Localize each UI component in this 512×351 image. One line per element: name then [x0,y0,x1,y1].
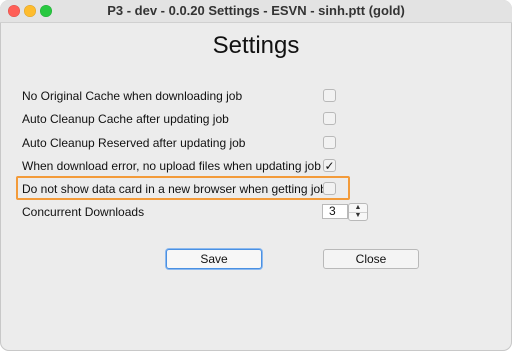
window-title: P3 - dev - 0.0.20 Settings - ESVN - sinh… [107,3,405,18]
close-button[interactable]: Close [323,249,419,269]
setting-label-no-upload-on-error: When download error, no upload files whe… [22,159,321,173]
title-bar: P3 - dev - 0.0.20 Settings - ESVN - sinh… [0,0,512,23]
checkmark-icon: ✓ [324,159,335,173]
setting-label-no-original-cache: No Original Cache when downloading job [22,89,243,103]
settings-window: P3 - dev - 0.0.20 Settings - ESVN - sinh… [0,0,512,351]
checkbox-no-upload-on-error[interactable]: ✓ [323,159,336,172]
setting-label-no-data-card-browser: Do not show data card in a new browser w… [22,182,327,196]
concurrent-downloads-label: Concurrent Downloads [22,205,145,219]
checkbox-no-original-cache[interactable] [323,89,336,102]
checkbox-auto-cleanup-reserved[interactable] [323,136,336,149]
page-title: Settings [212,32,300,59]
stepper-down-icon[interactable]: ▼ [349,212,367,220]
setting-label-auto-cleanup-reserved: Auto Cleanup Reserved after updating job [22,136,246,150]
concurrent-downloads-stepper: ▲ ▼ [348,203,368,221]
concurrent-downloads-field[interactable]: 3 [322,204,348,219]
setting-label-auto-cleanup-cache: Auto Cleanup Cache after updating job [22,112,229,126]
checkbox-no-data-card-browser[interactable] [323,182,336,195]
save-button[interactable]: Save [166,249,262,269]
checkbox-auto-cleanup-cache[interactable] [323,112,336,125]
